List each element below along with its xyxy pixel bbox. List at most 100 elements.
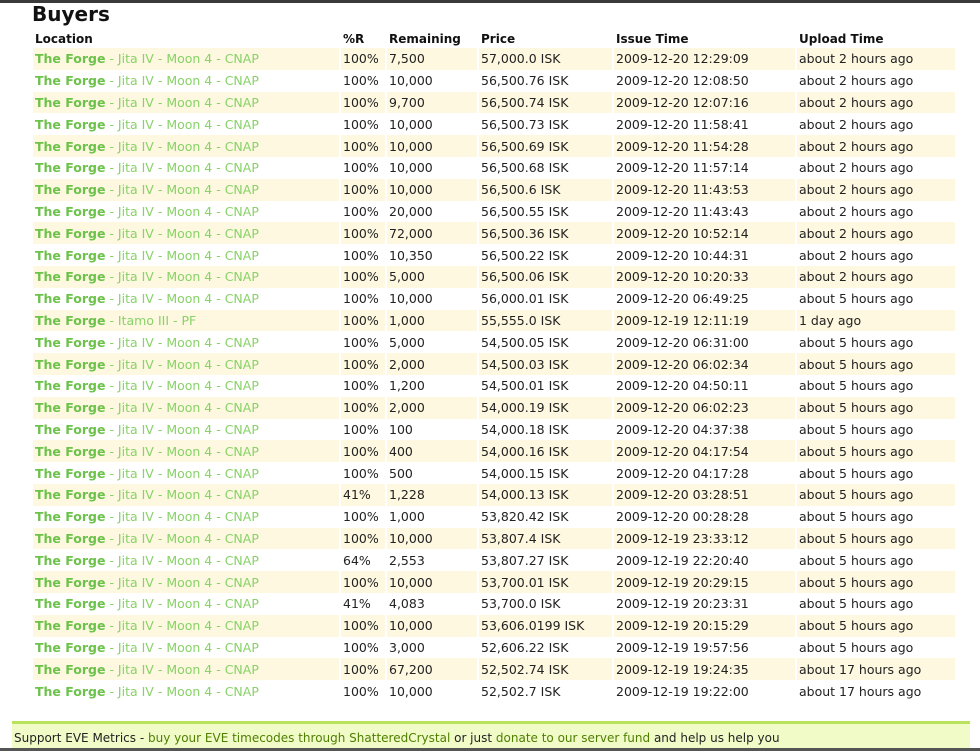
percent-remaining-cell: 100% [341, 222, 385, 245]
station-link[interactable]: - Jita IV - Moon 4 - CNAP [105, 226, 258, 241]
region-link[interactable]: The Forge [35, 73, 105, 88]
column-header-price[interactable]: Price [479, 29, 612, 48]
percent-remaining-cell: 100% [341, 309, 385, 332]
region-link[interactable]: The Forge [35, 444, 105, 459]
issue-time-cell: 2009-12-20 04:50:11 [616, 378, 749, 394]
region-link[interactable]: The Forge [35, 117, 105, 132]
station-link[interactable]: - Jita IV - Moon 4 - CNAP [105, 139, 258, 154]
remaining-cell: 10,000 [389, 73, 433, 89]
price-cell: 53,700.0 ISK [481, 596, 561, 612]
column-header-remaining[interactable]: Remaining [387, 29, 477, 48]
region-link[interactable]: The Forge [35, 335, 105, 350]
station-link[interactable]: - Jita IV - Moon 4 - CNAP [105, 378, 258, 393]
donate-link[interactable]: donate to our server fund [496, 731, 650, 745]
price-cell: 52,502.74 ISK [479, 658, 612, 681]
station-link[interactable]: - Jita IV - Moon 4 - CNAP [105, 182, 258, 197]
station-link[interactable]: - Jita IV - Moon 4 - CNAP [105, 51, 258, 66]
table-row: The Forge - Jita IV - Moon 4 - CNAP 100% 6… [33, 658, 955, 681]
location-cell: The Forge - Jita IV - Moon 4 - CNAP [33, 549, 339, 571]
price-cell: 54,500.03 ISK [479, 353, 612, 375]
station-link[interactable]: - Jita IV - Moon 4 - CNAP [105, 269, 258, 284]
station-link[interactable]: - Jita IV - Moon 4 - CNAP [105, 248, 258, 263]
region-link[interactable]: The Forge [35, 466, 105, 481]
region-link[interactable]: The Forge [35, 422, 105, 437]
region-link[interactable]: The Forge [35, 596, 105, 611]
column-header-issue-time[interactable]: Issue Time [614, 29, 795, 48]
region-link[interactable]: The Forge [35, 618, 105, 633]
percent-remaining-cell: 100% [341, 614, 385, 637]
region-link[interactable]: The Forge [35, 139, 105, 154]
station-link[interactable]: - Jita IV - Moon 4 - CNAP [105, 444, 258, 459]
table-row: The Forge - Jita IV - Moon 4 - CNAP 100% 1… [33, 571, 955, 593]
upload-time-cell: about 2 hours ago [799, 116, 914, 132]
timecodes-link[interactable]: buy your EVE timecodes through Shattered… [148, 731, 450, 745]
station-link[interactable]: - Jita IV - Moon 4 - CNAP [105, 422, 258, 437]
station-link[interactable]: - Jita IV - Moon 4 - CNAP [105, 400, 258, 415]
buyers-table: Location %R Remaining Price Issue Time Upload… [31, 29, 957, 702]
region-link[interactable]: The Forge [35, 269, 105, 284]
region-link[interactable]: The Forge [35, 684, 105, 699]
station-link[interactable]: - Jita IV - Moon 4 - CNAP [105, 531, 258, 546]
station-link[interactable]: - Jita IV - Moon 4 - CNAP [105, 117, 258, 132]
region-link[interactable]: The Forge [35, 531, 105, 546]
region-link[interactable]: The Forge [35, 182, 105, 197]
station-link[interactable]: - Itamo III - PF [105, 313, 196, 328]
station-link[interactable]: - Jita IV - Moon 4 - CNAP [105, 596, 258, 611]
region-link[interactable]: The Forge [35, 204, 105, 219]
station-link[interactable]: - Jita IV - Moon 4 - CNAP [105, 575, 258, 590]
station-link[interactable]: - Jita IV - Moon 4 - CNAP [105, 553, 258, 568]
column-header-location[interactable]: Location [33, 29, 339, 48]
region-link[interactable]: The Forge [35, 291, 105, 306]
remaining-cell: 20,000 [389, 203, 433, 219]
station-link[interactable]: - Jita IV - Moon 4 - CNAP [105, 95, 258, 110]
station-link[interactable]: - Jita IV - Moon 4 - CNAP [105, 662, 258, 677]
percent-remaining-cell: 100% [343, 160, 379, 176]
station-link[interactable]: - Jita IV - Moon 4 - CNAP [105, 618, 258, 633]
price-cell: 52,502.7 ISK [481, 683, 561, 699]
location-cell: The Forge - Jita IV - Moon 4 - CNAP [33, 419, 339, 441]
remaining-cell: 1,000 [389, 509, 425, 525]
price-cell: 56,500.22 ISK [481, 247, 569, 263]
region-link[interactable]: The Forge [35, 487, 105, 502]
percent-remaining-cell: 100% [343, 509, 379, 525]
station-link[interactable]: - Jita IV - Moon 4 - CNAP [105, 640, 258, 655]
region-link[interactable]: The Forge [35, 553, 105, 568]
station-link[interactable]: - Jita IV - Moon 4 - CNAP [105, 335, 258, 350]
column-header-upload-time[interactable]: Upload Time [797, 29, 955, 48]
issue-time-cell: 2009-12-19 12:11:19 [614, 309, 795, 332]
region-link[interactable]: The Forge [35, 509, 105, 524]
remaining-cell: 400 [387, 440, 477, 463]
location-cell: The Forge - Jita IV - Moon 4 - CNAP [33, 222, 339, 245]
issue-time-cell: 2009-12-20 12:29:09 [614, 48, 795, 70]
region-link[interactable]: The Forge [35, 575, 105, 590]
station-link[interactable]: - Jita IV - Moon 4 - CNAP [105, 509, 258, 524]
table-row: The Forge - Jita IV - Moon 4 - CNAP 100% 1… [33, 113, 955, 135]
region-link[interactable]: The Forge [35, 662, 105, 677]
station-link[interactable]: - Jita IV - Moon 4 - CNAP [105, 160, 258, 175]
location-cell: The Forge - Jita IV - Moon 4 - CNAP [33, 113, 339, 135]
station-link[interactable]: - Jita IV - Moon 4 - CNAP [105, 204, 258, 219]
table-row: The Forge - Jita IV - Moon 4 - CNAP 41% 1,… [33, 483, 955, 506]
region-link[interactable]: The Forge [35, 160, 105, 175]
price-cell: 56,500.73 ISK [481, 116, 569, 132]
station-link[interactable]: - Jita IV - Moon 4 - CNAP [105, 684, 258, 699]
region-link[interactable]: The Forge [35, 400, 105, 415]
station-link[interactable]: - Jita IV - Moon 4 - CNAP [105, 291, 258, 306]
remaining-cell: 10,000 [389, 683, 433, 699]
station-link[interactable]: - Jita IV - Moon 4 - CNAP [105, 487, 258, 502]
region-link[interactable]: The Forge [35, 378, 105, 393]
region-link[interactable]: The Forge [35, 357, 105, 372]
region-link[interactable]: The Forge [35, 248, 105, 263]
station-link[interactable]: - Jita IV - Moon 4 - CNAP [105, 466, 258, 481]
column-header-percent-remaining[interactable]: %R [341, 29, 385, 48]
station-link[interactable]: - Jita IV - Moon 4 - CNAP [105, 357, 258, 372]
region-link[interactable]: The Forge [35, 51, 105, 66]
issue-time-cell: 2009-12-20 11:54:28 [614, 135, 795, 157]
region-link[interactable]: The Forge [35, 640, 105, 655]
location-cell: The Forge - Jita IV - Moon 4 - CNAP [33, 135, 339, 157]
region-link[interactable]: The Forge [35, 95, 105, 110]
table-row: The Forge - Jita IV - Moon 4 - CNAP 100% 1… [33, 527, 955, 550]
region-link[interactable]: The Forge [35, 313, 105, 328]
station-link[interactable]: - Jita IV - Moon 4 - CNAP [105, 73, 258, 88]
region-link[interactable]: The Forge [35, 226, 105, 241]
